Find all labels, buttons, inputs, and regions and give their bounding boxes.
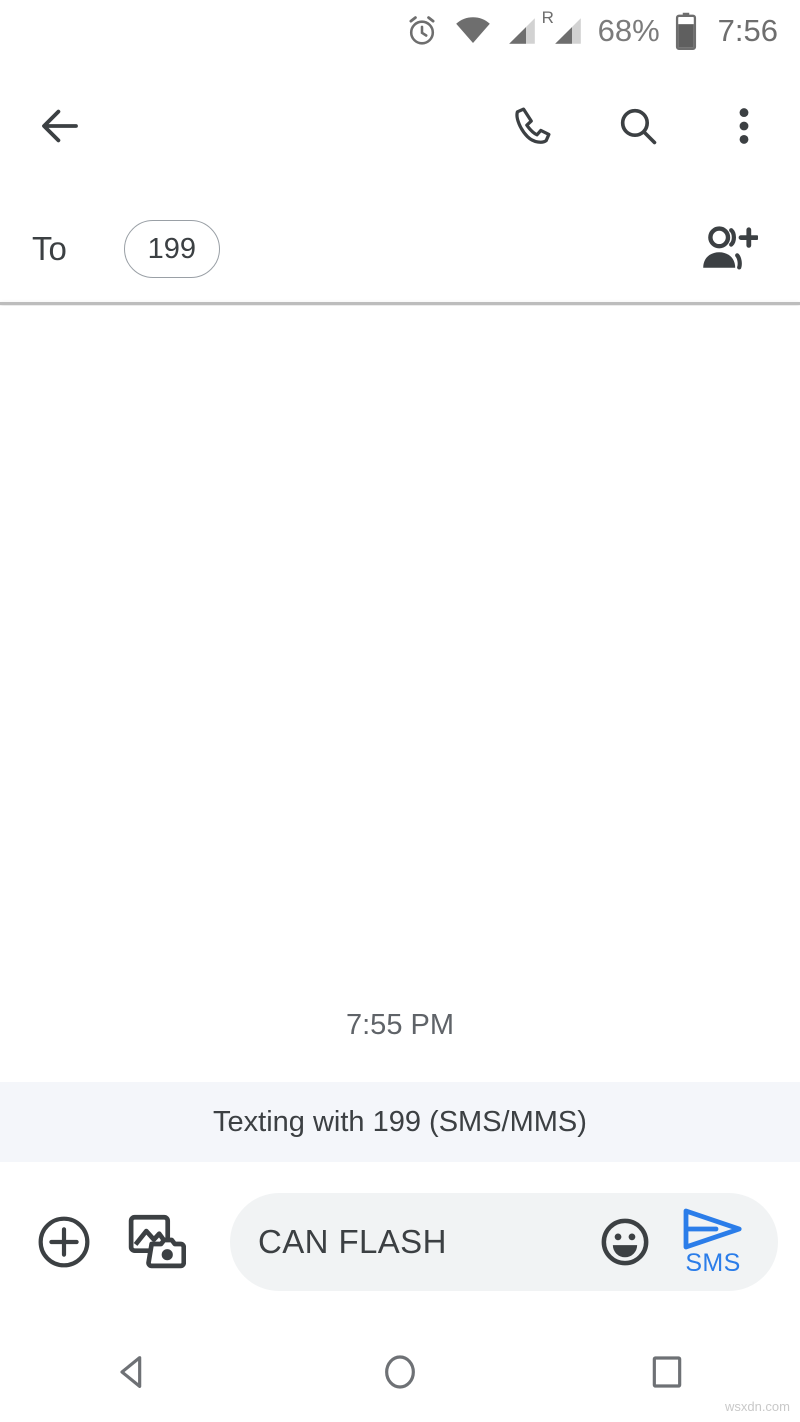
to-label: To [32, 230, 67, 267]
compose-bar: CAN FLASH SMS [0, 1162, 800, 1322]
search-icon[interactable] [614, 102, 662, 150]
recipient-chip-label: 199 [147, 232, 197, 265]
emoji-smile-icon[interactable] [598, 1215, 652, 1269]
back-arrow-icon[interactable] [36, 102, 84, 150]
send-arrow-icon [683, 1208, 742, 1249]
person-add-icon[interactable] [698, 223, 758, 275]
sms-info-banner-text: Texting with 199 (SMS/MMS) [213, 1105, 587, 1138]
battery-icon [674, 12, 698, 50]
nav-home-circle-icon[interactable] [267, 1352, 534, 1392]
conversation-thread: 7:55 PM [0, 306, 800, 1080]
signal-icon [506, 16, 538, 46]
message-input-text[interactable]: CAN FLASH [258, 1223, 598, 1261]
message-timestamp: 7:55 PM [346, 1009, 454, 1041]
recipient-chip[interactable]: 199 [123, 220, 220, 278]
send-sms-label: SMS [685, 1248, 741, 1277]
phone-icon[interactable] [508, 102, 556, 150]
watermark: wsxdn.com [724, 1399, 790, 1414]
status-bar-clock: 7:56 [717, 13, 778, 48]
overflow-menu-icon[interactable] [720, 102, 768, 150]
android-nav-bar [0, 1322, 800, 1422]
message-input-field[interactable]: CAN FLASH SMS [230, 1193, 778, 1291]
plus-circle-icon[interactable] [36, 1214, 92, 1270]
sms-info-banner: Texting with 199 (SMS/MMS) [0, 1082, 800, 1162]
wifi-icon [454, 16, 492, 46]
recipient-row: To 199 [0, 196, 800, 302]
app-bar [0, 78, 800, 174]
status-bar: R 68% 7:56 [0, 0, 800, 62]
nav-recents-square-icon[interactable] [533, 1352, 800, 1392]
image-camera-icon[interactable] [128, 1214, 186, 1270]
header-divider [0, 302, 800, 305]
signal-roaming-icon: R [542, 8, 584, 46]
alarm-icon [404, 13, 440, 49]
send-sms-button[interactable]: SMS [674, 1207, 752, 1278]
battery-percent-label: 68% [597, 13, 660, 48]
nav-back-triangle-icon[interactable] [0, 1352, 267, 1392]
roaming-label: R [541, 8, 554, 27]
messaging-app-screen: R 68% 7:56 To 199 7:55 PM Texting with 1… [0, 0, 800, 1422]
